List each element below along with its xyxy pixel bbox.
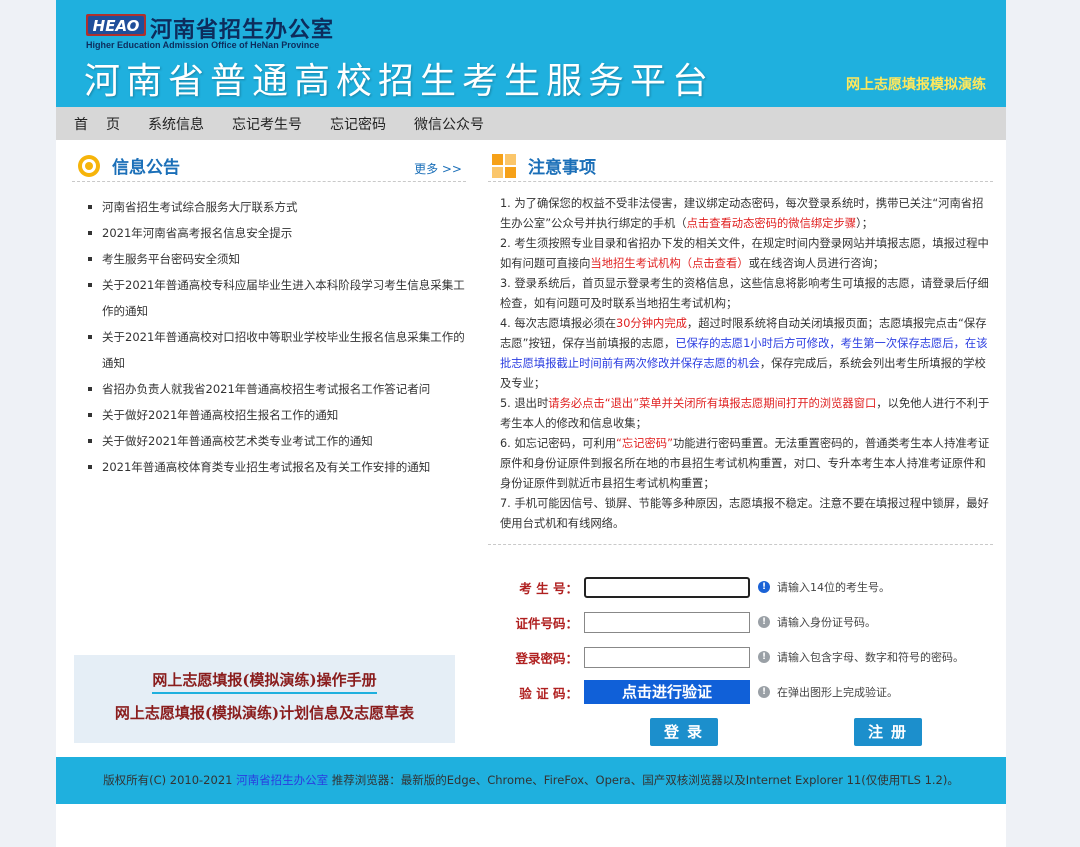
password-label: 登录密码： [515,650,578,666]
note-item-7: 7. 手机可能因信号、锁屏、节能等多种原因，志愿填报不稳定。注意不要在填报过程中… [500,497,989,530]
footer: 版权所有(C) 2010-2021 河南省招生办公室 推荐浏览器：最新版的Edg… [56,757,1006,804]
captcha-verify-button[interactable]: 点击进行验证 [584,680,750,704]
exam-number-label: 考 生 号： [519,580,578,596]
nav-system-info[interactable]: 系统信息 [148,114,204,134]
logo-text: HEAO [93,17,140,35]
platform-title: 河南省普通高校招生考生服务平台 [84,61,715,102]
notice-item[interactable]: 2021年河南省高考报名信息安全提示 [72,220,466,246]
info-icon: ! [758,616,770,628]
time-limit-text: 30分钟内完成 [616,317,687,330]
note-text: 4. 每次志愿填报必须在 [500,317,617,330]
id-number-hint: 请输入身份证号码。 [777,616,876,629]
notes-list: 1. 为了确保您的权益不受非法侵害，建议绑定动态密码，每次登录系统时，携带已关注… [488,194,993,534]
notice-item[interactable]: 河南省招生考试综合服务大厅联系方式 [72,194,466,220]
notices-list: 河南省招生考试综合服务大厅联系方式 2021年河南省高考报名信息安全提示 考生服… [72,194,466,480]
bullseye-icon [78,154,100,177]
notice-item[interactable]: 关于做好2021年普通高校艺术类专业考试工作的通知 [72,428,466,454]
exam-number-hint: 请输入14位的考生号。 [777,581,890,594]
divider [488,544,993,545]
notice-item[interactable]: 2021年普通高校体育类专业招生考试报名及有关工作安排的通知 [72,454,466,480]
id-number-input[interactable] [584,611,750,633]
login-button[interactable]: 登录 [650,718,718,746]
password-hint: 请输入包含字母、数字和符号的密码。 [777,651,964,664]
login-form: 考 生 号： ! 请输入14位的考生号。 证件号码： ! 请输入身份证号码。 登… [488,575,993,746]
note-text: 6. 如忘记密码，可利用 [500,437,617,450]
mode-badge: 网上志愿填报模拟演练 [846,77,986,93]
note-item-6: 6. 如忘记密码，可利用“忘记密码”功能进行密码重置。无法重置密码的，普通类考生… [500,434,993,494]
notice-item[interactable]: 省招办负责人就我省2021年普通高校招生考试报名工作答记者问 [72,376,466,402]
wechat-binding-link[interactable]: 点击查看动态密码的微信绑定步骤 [687,217,856,230]
note-text: ）； [856,217,874,230]
notes-title: 注意事项 [528,158,596,178]
browser-recommendation: 推荐浏览器：最新版的Edge、Chrome、FireFox、Opera、国产双核… [328,773,959,787]
notes-section: 注意事项 1. 为了确保您的权益不受非法侵害，建议绑定动态密码，每次登录系统时，… [488,150,993,545]
note-item-4: 4. 每次志愿填报必须在30分钟内完成，超过时限系统将自动关闭填报页面；志愿填报… [500,314,993,394]
captcha-row: 验 证 码： 点击进行验证 ! 在弹出图形上完成验证。 [488,680,993,704]
password-input[interactable] [584,646,750,668]
note-item-3: 3. 登录系统后，首页显示登录考生的资格信息，这些信息将影响考生可填报的志愿，请… [500,277,989,310]
notice-item[interactable]: 关于2021年普通高校对口招收中等职业学校毕业生报名信息采集工作的通知 [72,324,466,376]
password-row: 登录密码： ! 请输入包含字母、数字和符号的密码。 [488,645,993,669]
plan-info-link[interactable]: 网上志愿填报(模拟演练)计划信息及志愿草表 [74,702,455,723]
note-text: 5. 退出时 [500,397,549,410]
nav-home[interactable]: 首页 [74,114,138,134]
notices-title: 信息公告 [112,158,180,178]
nav-forgot-exam-number[interactable]: 忘记考生号 [232,114,302,134]
notice-item[interactable]: 关于2021年普通高校专科应届毕业生进入本科阶段学习考生信息采集工作的通知 [72,272,466,324]
logout-warning-text: 请务必点击“退出”菜单并关闭所有填报志愿期间打开的浏览器窗口 [548,397,877,410]
notice-item[interactable]: 考生服务平台密码安全须知 [72,246,466,272]
captcha-label: 验 证 码： [519,685,578,701]
org-name-en: Higher Education Admission Office of HeN… [86,40,320,50]
grid-icon [492,153,516,178]
info-icon: ! [758,686,770,698]
header-banner: HEAO 河南省招生办公室 Higher Education Admission… [56,0,1006,107]
heao-logo-icon: HEAO [86,14,146,36]
copyright-text: 版权所有(C) 2010-2021 [103,773,237,787]
info-icon: ! [758,581,770,593]
info-icon: ! [758,651,770,663]
notices-header: 信息公告 更多 >> [72,150,466,182]
manual-links-box: 网上志愿填报(模拟演练)操作手册 网上志愿填报(模拟演练)计划信息及志愿草表 [74,655,455,743]
page-container: HEAO 河南省招生办公室 Higher Education Admission… [56,0,1006,847]
org-footer-link[interactable]: 河南省招生办公室 [236,773,328,787]
nav-forgot-password[interactable]: 忘记密码 [330,114,386,134]
notices-section: 信息公告 更多 >> 河南省招生考试综合服务大厅联系方式 2021年河南省高考报… [72,150,466,480]
more-notices-link[interactable]: 更多 >> [414,160,462,177]
exam-number-input[interactable] [584,576,750,598]
operation-manual-link[interactable]: 网上志愿填报(模拟演练)操作手册 [152,669,377,694]
note-item-2: 2. 考生须按照专业目录和省招办下发的相关文件，在规定时间内登录网站并填报志愿，… [500,234,993,274]
note-text: 或在线咨询人员进行咨询； [748,257,885,270]
main-nav: 首页 系统信息 忘记考生号 忘记密码 微信公众号 [56,107,1006,140]
nav-wechat[interactable]: 微信公众号 [414,114,484,134]
id-number-label: 证件号码： [515,615,578,631]
register-button[interactable]: 注册 [854,718,922,746]
notes-header: 注意事项 [488,150,993,182]
id-number-row: 证件号码： ! 请输入身份证号码。 [488,610,993,634]
local-exam-agency-link[interactable]: 当地招生考试机构（点击查看） [590,257,748,270]
note-item-1: 1. 为了确保您的权益不受非法侵害，建议绑定动态密码，每次登录系统时，携带已关注… [500,194,993,234]
note-item-5: 5. 退出时请务必点击“退出”菜单并关闭所有填报志愿期间打开的浏览器窗口，以免他… [500,394,993,434]
forgot-password-link[interactable]: “忘记密码” [616,437,673,450]
captcha-hint: 在弹出图形上完成验证。 [777,686,898,699]
notice-item[interactable]: 关于做好2021年普通高校招生报名工作的通知 [72,402,466,428]
exam-number-row: 考 生 号： ! 请输入14位的考生号。 [488,575,993,599]
